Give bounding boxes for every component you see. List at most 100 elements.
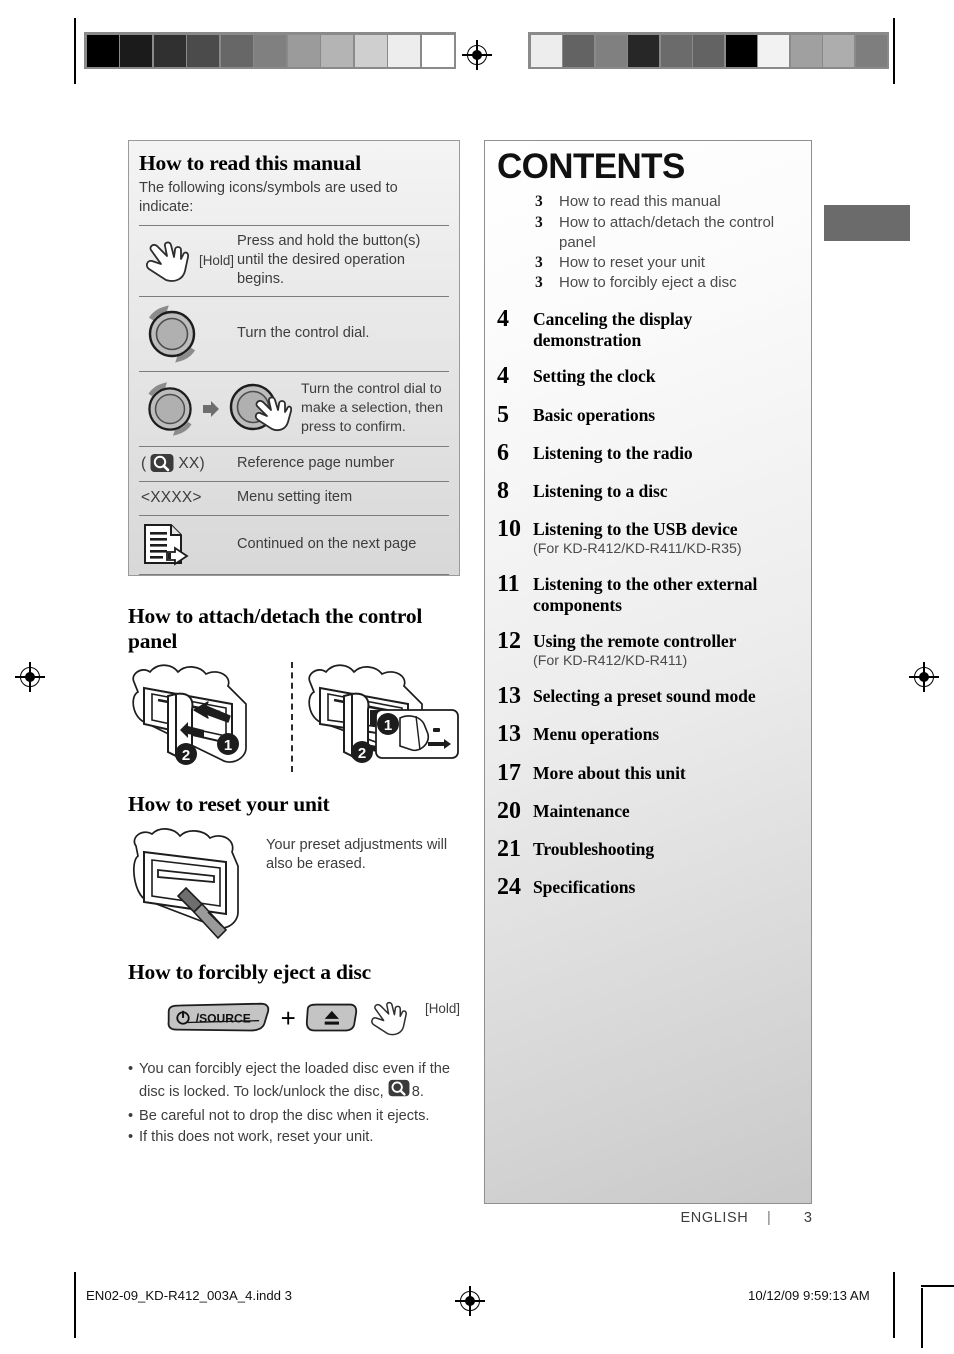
section-thumb-tab	[824, 205, 910, 241]
contents-entry[interactable]: 13 Selecting a preset sound mode	[497, 683, 799, 709]
legend-row-reference-page: ( XX) Reference page number	[139, 445, 449, 481]
contents-entry-body: Specifications	[533, 875, 799, 900]
contents-entry[interactable]: 4 Setting the clock	[497, 364, 799, 389]
list-item: • If this does not work, reset your unit…	[128, 1127, 460, 1147]
contents-entry-page: 8	[497, 478, 509, 505]
legend-ref-xx: XX)	[178, 454, 205, 472]
contents-entry-page: 6	[497, 439, 509, 466]
calibration-swatch	[790, 34, 822, 67]
figure-divider	[291, 662, 293, 773]
control-dial-press-icon	[229, 383, 293, 431]
eject-disc-bullets: • You can forcibly eject the loaded disc…	[128, 1059, 460, 1148]
legend-row-turn-dial: Turn the control dial.	[139, 295, 449, 371]
bullet-text: Be careful not to drop the disc when it …	[139, 1108, 430, 1125]
attach-detach-figures: 1 2 2 1	[128, 660, 460, 778]
contents-entry[interactable]: 21 Troubleshooting	[497, 835, 799, 862]
contents-entry-label: Maintenance	[533, 800, 630, 821]
contents-entry-page: 21	[497, 835, 521, 862]
crop-mark-bottom-left-v	[74, 1272, 76, 1338]
registration-mark-right-middle	[909, 662, 939, 692]
legend-paren-open: (	[141, 454, 147, 472]
contents-entry[interactable]: 8 Listening to a disc	[497, 478, 799, 505]
crop-mark-top-right-v	[893, 18, 895, 84]
reset-unit-note: Your preset adjustments will also be era…	[266, 836, 448, 873]
calibration-swatch	[628, 34, 659, 67]
figure-step-label: 1	[384, 717, 392, 734]
contents-sub-page: 3	[535, 192, 543, 210]
bullet-marker: •	[128, 1061, 134, 1077]
arrow-right-icon	[203, 400, 219, 417]
contents-entry-body: More about this unit	[533, 761, 799, 786]
contents-entry[interactable]: 17 More about this unit	[497, 759, 799, 786]
contents-sub-list: 3 How to read this manual 3 How to attach/d…	[535, 192, 799, 294]
contents-sub-label: How to attach/detach the control panel	[559, 213, 775, 251]
control-dial-icon	[148, 381, 192, 436]
calibration-swatch	[220, 34, 253, 67]
bullet-ref-page: 8.	[411, 1084, 424, 1101]
contents-entry-body: Maintenance	[533, 799, 799, 824]
contents-entry-page: 17	[497, 759, 521, 786]
contents-entry[interactable]: 12 Using the remote controller (For KD-R41…	[497, 629, 799, 671]
figure-step-label: 2	[358, 745, 366, 762]
contents-sub-page: 3	[535, 274, 543, 292]
contents-sub-label: How to reset your unit	[559, 253, 705, 271]
contents-entry[interactable]: 6 Listening to the radio	[497, 439, 799, 466]
contents-entry-page: 5	[497, 401, 509, 428]
how-to-read-title: How to read this manual	[139, 151, 361, 175]
figure-step-label: 2	[182, 747, 190, 764]
registration-mark-left-middle	[15, 662, 45, 692]
calibration-swatch	[287, 34, 320, 67]
contents-entry-page: 12	[497, 628, 521, 655]
contents-entry-body: Selecting a preset sound mode	[533, 684, 799, 709]
contents-entry[interactable]: 11 Listening to the other external compon…	[497, 571, 799, 616]
contents-sub-entry[interactable]: 3 How to reset your unit	[535, 253, 799, 274]
power-source-button-icon[interactable]: /SOURCE	[166, 1001, 272, 1035]
crop-mark-bottom-right-v	[893, 1272, 895, 1338]
contents-entry-note: (For KD-R412/KD-R411)	[533, 653, 688, 670]
power-source-button-label: /SOURCE	[196, 1011, 251, 1025]
contents-entry-label: Basic operations	[533, 404, 656, 425]
crop-mark-bottom-right-outer-v	[921, 1288, 923, 1348]
contents-entry-page: 24	[497, 874, 521, 901]
hand-press-icon	[145, 241, 190, 282]
contents-sub-entry[interactable]: 3 How to read this manual	[535, 192, 799, 213]
contents-main-list: 4 Canceling the display demonstration 4 Set…	[497, 307, 799, 900]
calibration-swatch	[354, 34, 387, 67]
list-item: • Be careful not to drop the disc when i…	[128, 1106, 460, 1126]
left-column: How to read this manual The following ic…	[128, 140, 460, 1149]
crop-mark-bottom-right-h	[921, 1285, 954, 1287]
contents-entry[interactable]: 5 Basic operations	[497, 401, 799, 428]
contents-entry[interactable]: 4 Canceling the display demonstration	[497, 307, 799, 351]
contents-entry-note: (For KD-R412/KD-R411/KD-R35)	[533, 541, 742, 558]
footer-language: ENGLISH	[680, 1210, 749, 1226]
contents-sub-entry[interactable]: 3 How to forcibly eject a disc	[535, 273, 799, 294]
eject-button-icon[interactable]	[305, 1001, 359, 1035]
registration-mark-bottom-center	[455, 1286, 485, 1316]
contents-entry[interactable]: 20 Maintenance	[497, 798, 799, 824]
reset-unit-title: How to reset your unit	[128, 792, 330, 817]
contents-entry[interactable]: 24 Specifications	[497, 874, 799, 901]
calibration-swatch	[595, 34, 627, 67]
hand-press-icon	[371, 1001, 408, 1036]
contents-entry-label: More about this unit	[533, 762, 686, 783]
contents-entry[interactable]: 10 Listening to the USB device (For KD-R41…	[497, 517, 799, 559]
grayscale-calibration-bar-left	[84, 32, 456, 69]
calibration-swatch	[86, 34, 119, 67]
calibration-swatch	[530, 34, 562, 67]
contents-entry-body: Listening to a disc	[533, 479, 799, 504]
magnifier-icon	[150, 453, 174, 472]
legend-text: Press and hold the button(s) until the d…	[237, 232, 421, 288]
calibration-swatch	[758, 34, 789, 67]
contents-entry-label: Canceling the display demonstration	[533, 309, 693, 351]
contents-entry-page: 4	[497, 306, 509, 333]
figure-step-label: 1	[224, 737, 232, 754]
eject-hold-label: [Hold]	[425, 1001, 460, 1016]
contents-entry-label: Listening to the USB device	[533, 519, 738, 540]
contents-entry[interactable]: 13 Menu operations	[497, 722, 799, 747]
contents-entry-body: Canceling the display demonstration	[533, 307, 799, 351]
legend-icon-cell: [Hold]	[139, 230, 235, 292]
imprint-timestamp: 10/12/09 9:59:13 AM	[748, 1288, 870, 1303]
calibration-swatch	[421, 34, 454, 67]
legend-row-continued: Continued on the next page	[139, 514, 449, 575]
contents-sub-entry[interactable]: 3 How to attach/detach the control panel	[535, 213, 799, 253]
